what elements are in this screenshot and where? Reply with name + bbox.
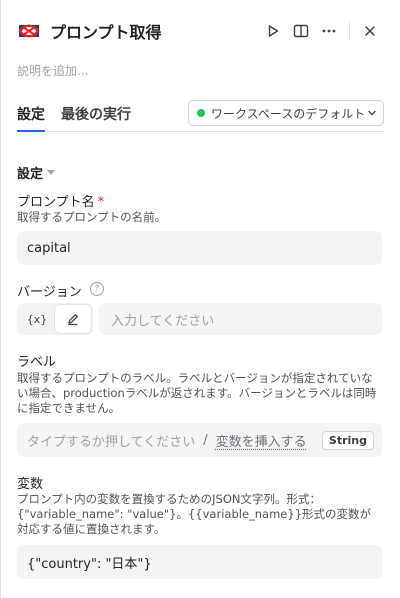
prompt-name-label: プロンプト名 * [17,191,104,210]
label-input-placeholder: タイプするか押してください [27,434,196,450]
pencil-icon [68,314,78,326]
version-mode-toggle: {x} [17,303,93,335]
edit-mode-button[interactable] [55,305,91,333]
logo-icon [17,19,41,43]
variables-help: プロンプト内の変数を置換するためのJSON文字列。形式：{"variable_n… [17,492,372,536]
active-tab-indicator [17,130,45,132]
prompt-node-panel: プロンプト取得 説明を追加... 設定 最後の実行 ワークスペースのデフォルト [0,0,400,598]
slash-separator: / [203,432,208,448]
prompt-name-input[interactable]: capital [17,231,382,265]
caret-down-icon [47,170,56,175]
variables-input[interactable]: {"country": "日本"} [17,545,382,579]
prompt-name-label-text: プロンプト名 [17,195,95,210]
header-divider [349,22,350,40]
label-input[interactable]: タイプするか押してください / 変数を挿入する String [17,423,382,457]
description-input[interactable]: 説明を追加... [17,62,88,79]
prompt-name-help: 取得するプロンプトの名前。 [17,210,167,224]
header-actions [259,17,384,45]
insert-variable-link[interactable]: 変数を挿入する [216,431,307,450]
tab-bar: 設定 最後の実行 ワークスペースのデフォルト [17,98,384,132]
label-field-label: ラベル [17,355,57,370]
type-badge[interactable]: String [321,430,374,450]
variables-label: 変数 [17,477,44,492]
page-title: プロンプト取得 [50,23,162,42]
play-icon[interactable] [259,17,287,45]
status-dot [197,109,205,117]
tab-settings[interactable]: 設定 [17,104,45,124]
label-field-help: 取得するプロンプトのラベル。ラベルとバージョンが指定されていない場合、produ… [17,371,377,415]
more-icon[interactable] [315,17,343,45]
close-icon[interactable] [356,17,384,45]
required-mark: * [97,195,105,210]
version-input[interactable]: 入力してください [99,303,382,335]
chevron-down-icon [367,108,377,118]
settings-section-toggle[interactable]: 設定 [17,163,56,182]
expression-mode-button[interactable]: {x} [19,305,55,333]
panel-header: プロンプト取得 [17,18,384,44]
workspace-select-label: ワークスペースのデフォルト [211,106,366,121]
help-icon[interactable]: ? [90,282,104,296]
section-title: 設定 [17,167,44,182]
version-label: バージョン [17,285,82,300]
split-view-icon[interactable] [287,17,315,45]
workspace-select[interactable]: ワークスペースのデフォルト [188,100,384,126]
tab-last-run[interactable]: 最後の実行 [61,104,131,124]
